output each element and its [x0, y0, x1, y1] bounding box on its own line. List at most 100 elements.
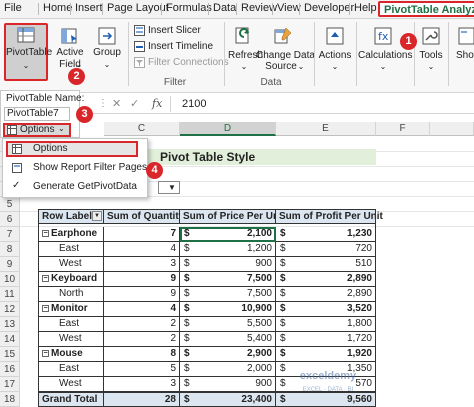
row-header[interactable]: 16	[0, 362, 20, 377]
price-cell[interactable]: $7,500	[180, 272, 276, 287]
pivot-row-label[interactable]: East	[38, 242, 104, 257]
tab-insert[interactable]: Insert	[75, 0, 103, 17]
quantity-cell[interactable]: 28	[104, 392, 180, 407]
pivot-row-label[interactable]: West	[38, 332, 104, 347]
pivot-row-label[interactable]: − Earphone	[38, 227, 104, 242]
quantity-cell[interactable]: 7	[104, 227, 180, 242]
row-header[interactable]: 12	[0, 302, 20, 317]
quantity-cell[interactable]: 3	[104, 257, 180, 272]
tab-view[interactable]: View	[277, 0, 301, 17]
row-header[interactable]: 9	[0, 257, 20, 272]
quantity-cell[interactable]: 2	[104, 332, 180, 347]
quantity-cell[interactable]: 3	[104, 377, 180, 392]
cancel-icon[interactable]: ✕	[112, 97, 121, 110]
row-header[interactable]: 11	[0, 287, 20, 302]
profit-cell[interactable]: $3,520	[276, 302, 376, 317]
quantity-cell[interactable]: 4	[104, 242, 180, 257]
tab-file[interactable]: File	[4, 0, 22, 17]
pivot-header-cell[interactable]: Sum of Price Per Unit	[180, 209, 285, 224]
show-label[interactable]: Show	[456, 50, 474, 62]
price-cell[interactable]: $2,000	[180, 362, 276, 377]
pivot-row-label[interactable]: East	[38, 362, 104, 377]
tab-help[interactable]: Help	[354, 0, 377, 17]
profit-cell[interactable]: $1,920	[276, 347, 376, 362]
price-cell[interactable]: $2,100	[180, 227, 276, 242]
pivot-row-label[interactable]: West	[38, 257, 104, 272]
active-field-label[interactable]: Active	[52, 47, 88, 59]
price-cell[interactable]: $7,500	[180, 287, 276, 302]
options-menu-item-generate-getpivotdata[interactable]: Generate GetPivotData	[33, 181, 137, 192]
quantity-cell[interactable]: 5	[104, 362, 180, 377]
price-cell[interactable]: $900	[180, 377, 276, 392]
tab-developer[interactable]: Developer	[304, 0, 354, 17]
profit-cell[interactable]: $2,890	[276, 272, 376, 287]
profit-cell[interactable]: $2,890	[276, 287, 376, 302]
filter-connections[interactable]: Filter Connections	[148, 57, 229, 69]
group-label[interactable]: Group	[90, 47, 124, 59]
options-menu-item-highlight[interactable]	[6, 141, 138, 157]
currency-symbol: $	[184, 348, 190, 359]
profit-cell[interactable]: $1,800	[276, 317, 376, 332]
quantity-cell[interactable]: 9	[104, 287, 180, 302]
quantity-cell[interactable]: 4	[104, 302, 180, 317]
tab-formulas[interactable]: Formulas	[166, 0, 212, 17]
tab-page-layout[interactable]: Page Layout	[107, 0, 169, 17]
collapse-icon[interactable]: −	[42, 229, 49, 237]
pivot-row-label[interactable]: Grand Total	[38, 392, 104, 407]
row-header[interactable]: 8	[0, 242, 20, 257]
options-menu-item-options[interactable]: Options	[33, 143, 67, 154]
pivot-header-cell[interactable]: Sum of Quantity	[104, 209, 184, 224]
row-header[interactable]: 13	[0, 317, 20, 332]
pivot-header-cell[interactable]: Sum of Profit Per Unit	[276, 209, 383, 224]
profit-cell[interactable]: $1,230	[276, 227, 376, 242]
enter-icon[interactable]: ✓	[130, 97, 139, 110]
column-header-g[interactable]	[430, 122, 474, 136]
row-header[interactable]: 6	[0, 212, 20, 227]
tab-home[interactable]: Home	[43, 0, 72, 17]
row-header[interactable]: 17	[0, 377, 20, 392]
price-cell[interactable]: $5,500	[180, 317, 276, 332]
quantity-cell[interactable]: 9	[104, 272, 180, 287]
pivot-row-label[interactable]: East	[38, 317, 104, 332]
pivot-row-label[interactable]: North	[38, 287, 104, 302]
row-labels-filter-icon[interactable]: ▼	[92, 211, 102, 221]
price-cell[interactable]: $10,900	[180, 302, 276, 317]
price-cell[interactable]: $5,400	[180, 332, 276, 347]
collapse-icon[interactable]: −	[42, 274, 49, 282]
price-cell[interactable]: $1,200	[180, 242, 276, 257]
quantity-cell[interactable]: 8	[104, 347, 180, 362]
pivot-row-label[interactable]: West	[38, 377, 104, 392]
pivot-row-label[interactable]: − Monitor	[38, 302, 104, 317]
price-cell[interactable]: $2,900	[180, 347, 276, 362]
insert-timeline[interactable]: Insert Timeline	[148, 41, 213, 53]
quantity-cell[interactable]: 2	[104, 317, 180, 332]
pivot-row-label[interactable]: − Mouse	[38, 347, 104, 362]
price-cell[interactable]: $23,400	[180, 392, 276, 407]
profit-cell[interactable]: $720	[276, 242, 376, 257]
fx-icon[interactable]: fx	[152, 97, 162, 110]
collapse-icon[interactable]: −	[42, 304, 49, 312]
collapse-icon[interactable]: −	[42, 349, 49, 357]
tab-pivottable-analyze[interactable]: PivotTable Analyze	[378, 1, 474, 17]
column-header-f[interactable]: F	[376, 122, 430, 136]
column-header-e[interactable]: E	[276, 122, 376, 136]
row-header[interactable]: 14	[0, 332, 20, 347]
price-value: 2,000	[246, 363, 272, 374]
row-header[interactable]: 7	[0, 227, 20, 242]
pivottable-icon	[17, 27, 35, 43]
column-header-d[interactable]: D	[180, 122, 276, 136]
row-header[interactable]: 15	[0, 347, 20, 362]
column-header-c[interactable]: C	[104, 122, 180, 136]
insert-slicer[interactable]: Insert Slicer	[148, 25, 201, 37]
row-header[interactable]: 5	[0, 197, 20, 212]
profit-cell[interactable]: $1,720	[276, 332, 376, 347]
profit-cell[interactable]: $510	[276, 257, 376, 272]
profit-cell[interactable]: $9,560	[276, 392, 376, 407]
formula-value[interactable]: 2100	[182, 98, 206, 110]
options-menu-item-show-report-filter-pages[interactable]: Show Report Filter Pages...	[33, 162, 155, 173]
row-header[interactable]: 10	[0, 272, 20, 287]
price-cell[interactable]: $900	[180, 257, 276, 272]
row-header[interactable]: 18	[0, 392, 20, 407]
pivot-row-label[interactable]: − Keyboard	[38, 272, 104, 287]
tab-data[interactable]: Data	[213, 0, 236, 17]
